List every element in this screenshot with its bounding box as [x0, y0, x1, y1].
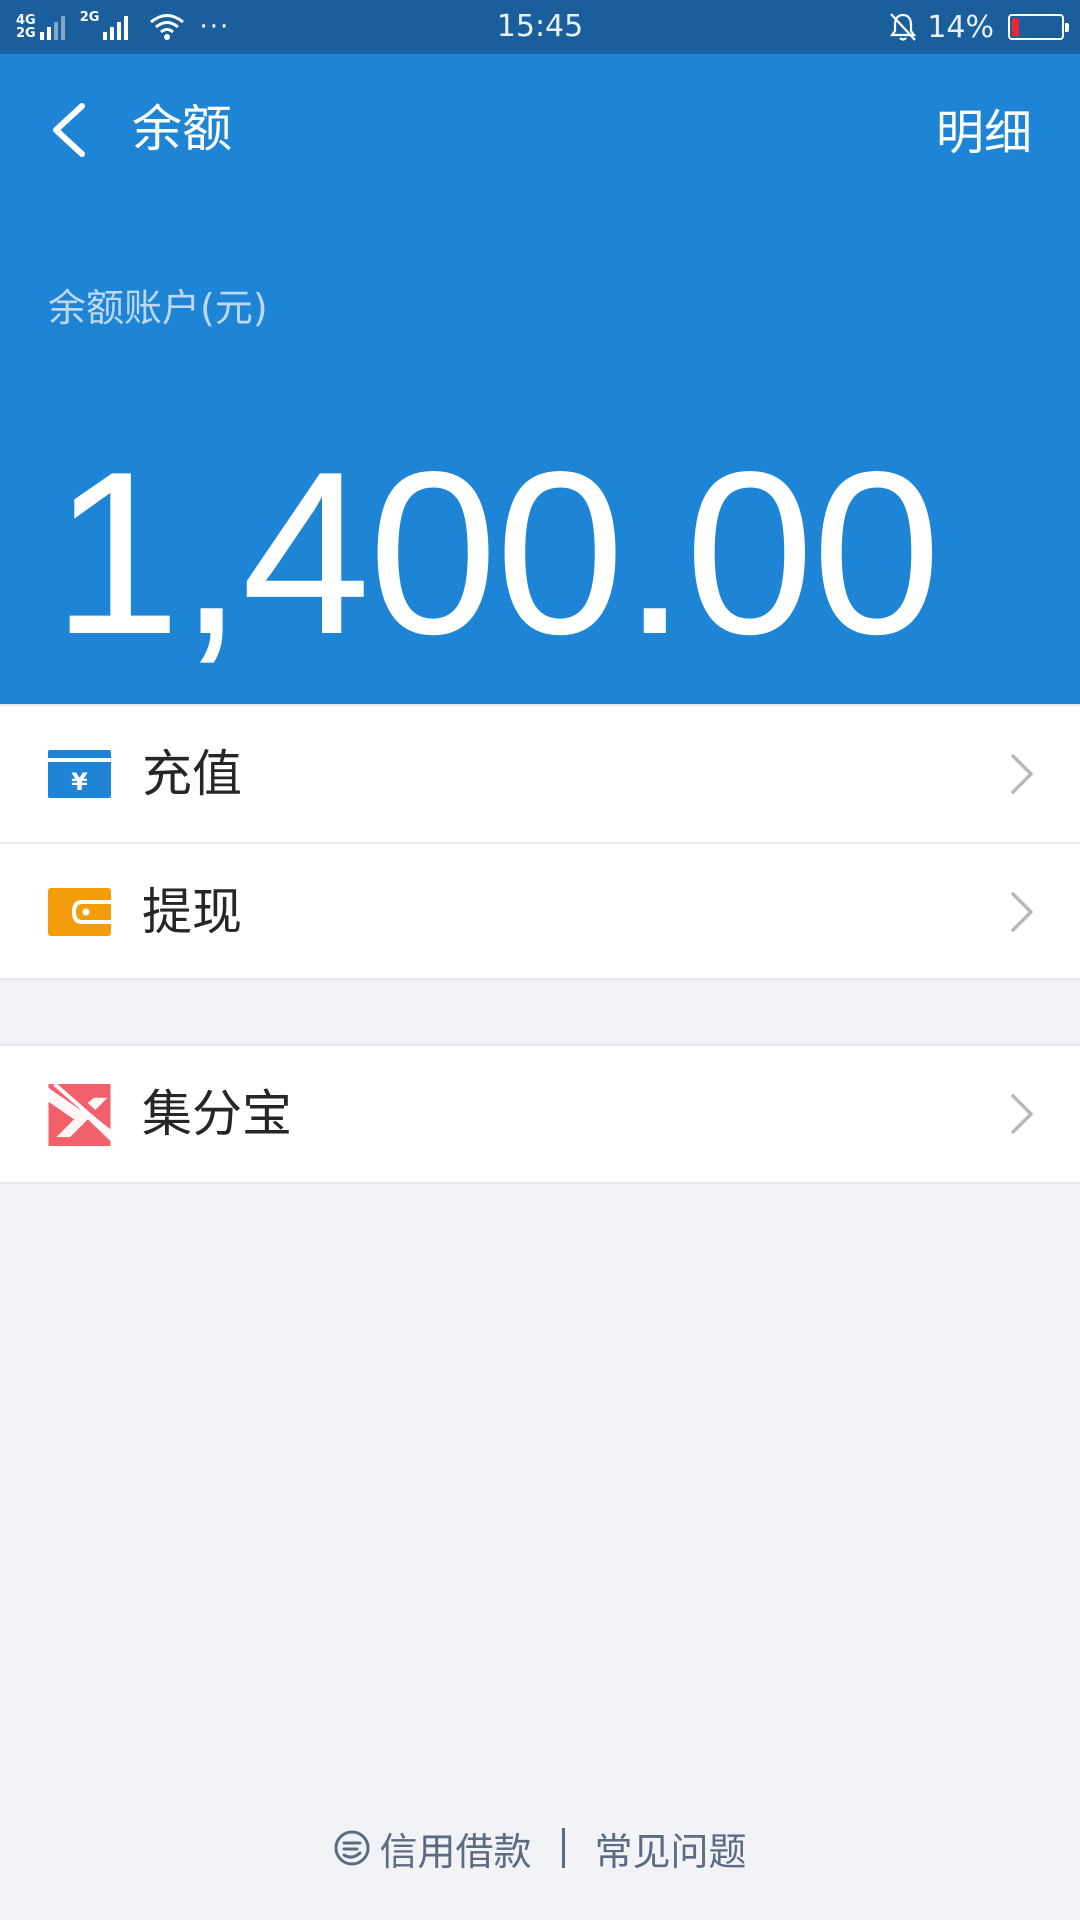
actions-group: ¥ 充值 提现: [0, 704, 1080, 980]
jifenbao-label: 集分宝: [142, 1085, 292, 1143]
status-bar: 4G 2G 2G ··· 15:45 14%: [0, 0, 1080, 54]
points-group: 集分宝: [0, 1044, 1080, 1184]
footer-separator: [561, 1828, 565, 1868]
credit-loan-link[interactable]: 信用借款: [333, 1821, 532, 1876]
jifenbao-icon: [48, 1084, 111, 1146]
chevron-left-icon: [53, 103, 85, 157]
battery-percent: 14%: [927, 9, 994, 45]
faq-label: 常见问题: [594, 1829, 747, 1874]
chevron-right-icon: [1011, 892, 1033, 932]
mute-bell-icon: [890, 13, 917, 41]
battery-icon: [1008, 14, 1069, 40]
balance-account-label: 余额账户(元): [48, 286, 268, 330]
wallet-icon: [48, 888, 111, 936]
withdraw-label: 提现: [142, 883, 242, 941]
list-item-recharge[interactable]: ¥ 充值: [0, 706, 1080, 842]
faq-link[interactable]: 常见问题: [595, 1821, 747, 1876]
footer-links: 信用借款 常见问题: [0, 1818, 1080, 1878]
page-title: 余额: [132, 100, 232, 158]
battery-level-fill: [1012, 18, 1019, 36]
balance-amount: 1,400.00: [52, 424, 941, 683]
recharge-label: 充值: [142, 745, 242, 803]
credit-loan-label: 信用借款: [379, 1829, 532, 1874]
svg-text:¥: ¥: [71, 768, 88, 796]
recharge-card-icon: ¥: [48, 750, 111, 798]
balance-header: 余额 明细 余额账户(元) 1,400.00: [0, 54, 1080, 704]
list-item-withdraw[interactable]: 提现: [0, 842, 1080, 978]
back-button[interactable]: [40, 92, 96, 168]
detail-button[interactable]: 明细: [936, 98, 1032, 168]
status-right: 14%: [887, 0, 1069, 54]
chevron-right-icon: [1011, 1094, 1033, 1134]
list-item-jifenbao[interactable]: 集分宝: [0, 1046, 1080, 1182]
chevron-right-icon: [1011, 754, 1033, 794]
credit-loan-icon: [334, 1830, 370, 1866]
